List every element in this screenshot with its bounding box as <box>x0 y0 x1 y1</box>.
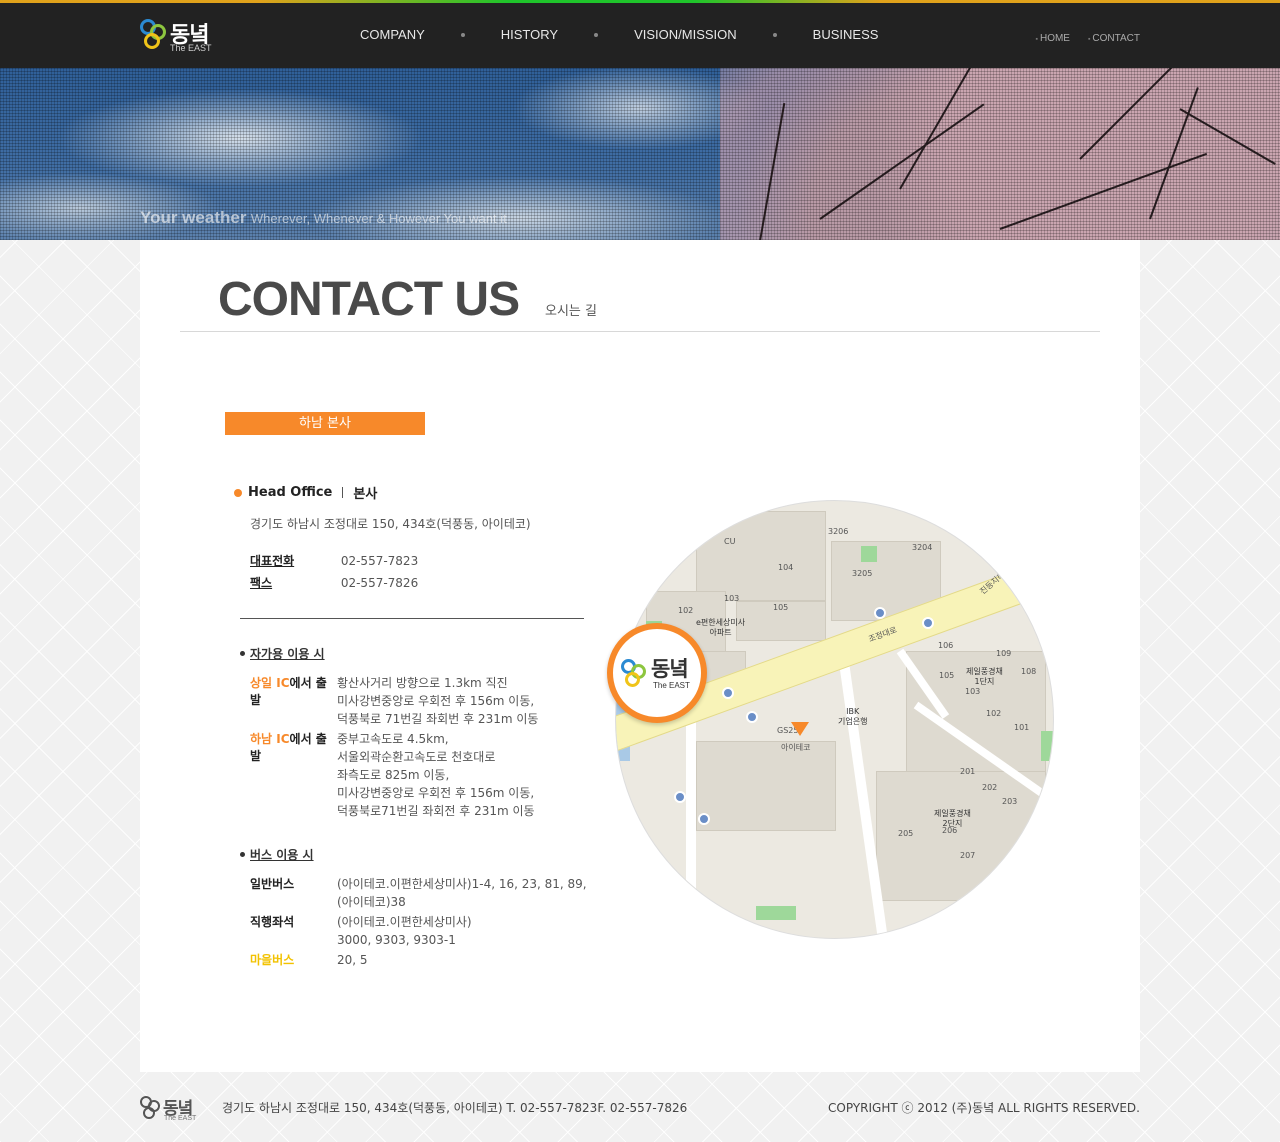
car-section-heading: 자가용 이용 시 <box>240 645 325 662</box>
bus-stop-icon <box>922 617 934 629</box>
bus-label: 마을버스 <box>250 953 295 967</box>
location-map[interactable]: CU 3206 3204 3205 104 103 102 105 101 e편… <box>615 500 1054 939</box>
title-separator <box>342 487 344 498</box>
title-divider <box>180 331 1100 332</box>
nav-separator <box>594 32 599 37</box>
route-label: 상일 IC에서 출발 <box>250 676 327 707</box>
footer: 동녘 The EAST 경기도 하남시 조정대로 150, 434호(덕풍동, … <box>0 1072 1280 1142</box>
main-nav: COMPANY HISTORY VISION/MISSION BUSINESS <box>360 27 878 42</box>
logo-rings-icon <box>140 1096 162 1122</box>
bus-numbers: (아이테코.이편한세상미사)1-4, 16, 23, 81, 89, (아이테코… <box>337 877 587 909</box>
footer-copyright: COPYRIGHT ⓒ 2012 (주)동녘 ALL RIGHTS RESERV… <box>828 1101 1140 1115</box>
page-subtitle: 오시는 길 <box>545 304 597 319</box>
footer-logo: 동녘 The EAST <box>140 1094 210 1124</box>
page-title: CONTACT US <box>218 273 520 326</box>
route-directions: 황산사거리 방향으로 1.3km 직진 미사강변중앙로 우회전 후 156m 이… <box>337 676 539 726</box>
footer-address: 경기도 하남시 조정대로 150, 434호(덕풍동, 아이테코) T. 02-… <box>222 1101 688 1115</box>
slogan-bold: Your weather <box>140 208 247 227</box>
route-hanam-ic: 하남 IC에서 출발 중부고속도로 4.5km, 서울외곽순환고속도로 천호대로… <box>250 730 535 820</box>
bus-heading-text: 버스 이용 시 <box>250 848 314 862</box>
nav-separator <box>772 32 777 37</box>
utility-nav: HOME CONTACT <box>1036 33 1140 44</box>
footer-logo-en: The EAST <box>164 1115 197 1122</box>
bus-stop-icon <box>674 791 686 803</box>
bus-stop-icon <box>746 711 758 723</box>
nav-separator <box>460 32 465 37</box>
logo-rings-icon <box>140 19 168 51</box>
bus-label: 일반버스 <box>250 877 295 891</box>
route-sangil-ic: 상일 IC에서 출발 황산사거리 방향으로 1.3km 직진 미사강변중앙로 우… <box>250 674 538 728</box>
car-heading-text: 자가용 이용 시 <box>250 647 325 661</box>
site-logo[interactable]: 동녘 The EAST <box>140 17 220 57</box>
phone-value: 02-557-7823 <box>340 554 419 568</box>
bullet-icon <box>234 488 242 497</box>
fax-label: 팩스 <box>250 576 273 590</box>
head-office-heading: Head Office 본사 <box>234 483 377 502</box>
route-label: 하남 IC에서 출발 <box>250 732 327 763</box>
banner-slogan: Your weather Wherever, Whenever & Howeve… <box>140 208 507 228</box>
contact-link[interactable]: CONTACT <box>1088 33 1140 44</box>
route-directions: 중부고속도로 4.5km, 서울외곽순환고속도로 천호대로 좌측도로 825m … <box>337 732 535 818</box>
fax-row: 팩스 02-557-7826 <box>250 574 418 591</box>
logo-text-en: The EAST <box>170 43 212 53</box>
location-pin[interactable]: 동녘 The EAST <box>607 623 707 723</box>
bus-stop-icon <box>698 813 710 825</box>
head-office-title-en: Head Office <box>248 485 333 500</box>
head-office-title-kr: 본사 <box>353 487 378 502</box>
bus-stop-icon <box>722 687 734 699</box>
slogan-text: Wherever, Whenever & However You want it <box>250 211 507 226</box>
phone-label: 대표전화 <box>250 554 295 568</box>
top-navigation-bar: 동녘 The EAST COMPANY HISTORY VISION/MISSI… <box>0 0 1280 68</box>
fax-value: 02-557-7826 <box>340 576 419 590</box>
bus-numbers: 20, 5 <box>337 953 368 967</box>
phone-row: 대표전화 02-557-7823 <box>250 552 418 569</box>
bus-section-heading: 버스 이용 시 <box>240 846 314 863</box>
head-office-address: 경기도 하남시 조정대로 150, 434호(덕풍동, 아이테코) <box>250 517 531 531</box>
pin-pointer-icon <box>791 722 809 736</box>
bus-general: 일반버스 (아이테코.이편한세상미사)1-4, 16, 23, 81, 89, … <box>250 875 587 911</box>
bullet-icon <box>240 651 245 656</box>
pin-logo-en: The EAST <box>653 681 690 690</box>
nav-vision-mission[interactable]: VISION/MISSION <box>634 27 737 42</box>
bus-stop-icon <box>874 607 886 619</box>
bus-express: 직행좌석 (아이테코.이편한세상미사) 3000, 9303, 9303-1 <box>250 913 472 949</box>
bus-label: 직행좌석 <box>250 915 295 929</box>
hero-banner: Your weather Wherever, Whenever & Howeve… <box>0 68 1280 240</box>
bus-village: 마을버스 20, 5 <box>250 951 368 969</box>
pin-logo-kr: 동녘 <box>651 657 689 681</box>
nav-business[interactable]: BUSINESS <box>813 27 879 42</box>
logo-rings-icon <box>621 659 649 691</box>
nav-company[interactable]: COMPANY <box>360 27 425 42</box>
nav-history[interactable]: HISTORY <box>501 27 558 42</box>
bullet-icon <box>240 852 245 857</box>
tab-hanam-head-office[interactable]: 하남 본사 <box>225 412 425 435</box>
section-divider <box>240 618 584 619</box>
bus-numbers: (아이테코.이편한세상미사) 3000, 9303, 9303-1 <box>337 915 472 947</box>
home-link[interactable]: HOME <box>1036 33 1070 44</box>
